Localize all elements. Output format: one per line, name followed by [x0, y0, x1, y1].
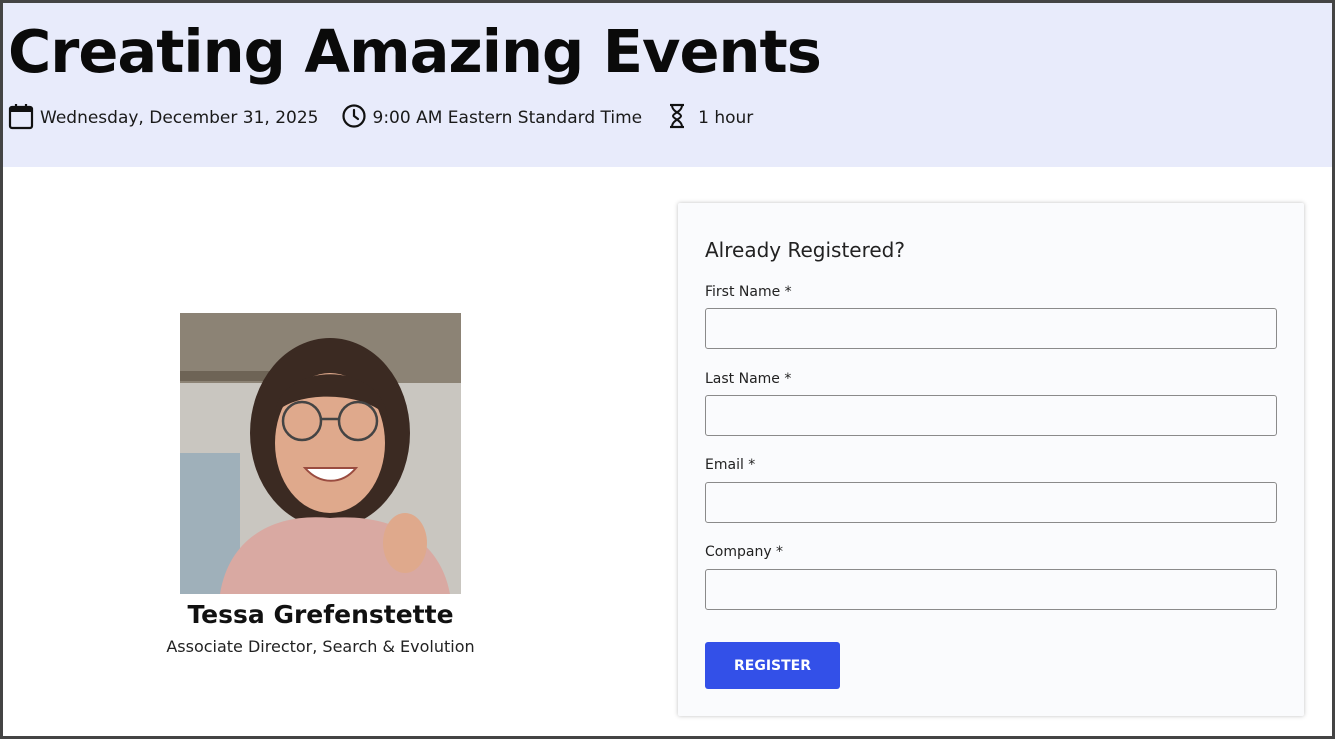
- event-date: Wednesday, December 31, 2025: [8, 102, 319, 135]
- clock-icon: [341, 103, 373, 134]
- email-input[interactable]: [705, 482, 1277, 523]
- page: Creating Amazing Events Wednesday, Decem…: [0, 0, 1335, 739]
- event-header: Creating Amazing Events Wednesday, Decem…: [3, 3, 1332, 167]
- speaker-photo: [180, 313, 461, 594]
- hourglass-icon: [664, 102, 698, 135]
- event-time-text: 9:00 AM Eastern Standard Time: [372, 108, 643, 128]
- event-time: 9:00 AM Eastern Standard Time: [341, 103, 643, 134]
- event-duration: 1 hour: [664, 102, 753, 135]
- email-label: Email *: [705, 457, 756, 473]
- event-duration-text: 1 hour: [698, 108, 754, 128]
- registration-card: Already Registered? First Name * Last Na…: [678, 203, 1304, 716]
- calendar-icon: [8, 102, 40, 135]
- event-meta: Wednesday, December 31, 2025 9:00 AM Eas…: [8, 103, 775, 133]
- register-button[interactable]: REGISTER: [705, 642, 840, 689]
- first-name-label: First Name *: [705, 284, 792, 300]
- form-heading: Already Registered?: [705, 238, 905, 262]
- company-label: Company *: [705, 544, 784, 560]
- speaker-name: Tessa Grefenstette: [187, 600, 454, 629]
- last-name-input[interactable]: [705, 395, 1277, 436]
- speaker-role: Associate Director, Search & Evolution: [166, 637, 475, 656]
- event-title: Creating Amazing Events: [8, 17, 822, 86]
- speaker-card: Tessa Grefenstette Associate Director, S…: [153, 313, 488, 656]
- first-name-input[interactable]: [705, 308, 1277, 349]
- event-date-text: Wednesday, December 31, 2025: [40, 108, 319, 128]
- company-input[interactable]: [705, 569, 1277, 610]
- last-name-label: Last Name *: [705, 371, 792, 387]
